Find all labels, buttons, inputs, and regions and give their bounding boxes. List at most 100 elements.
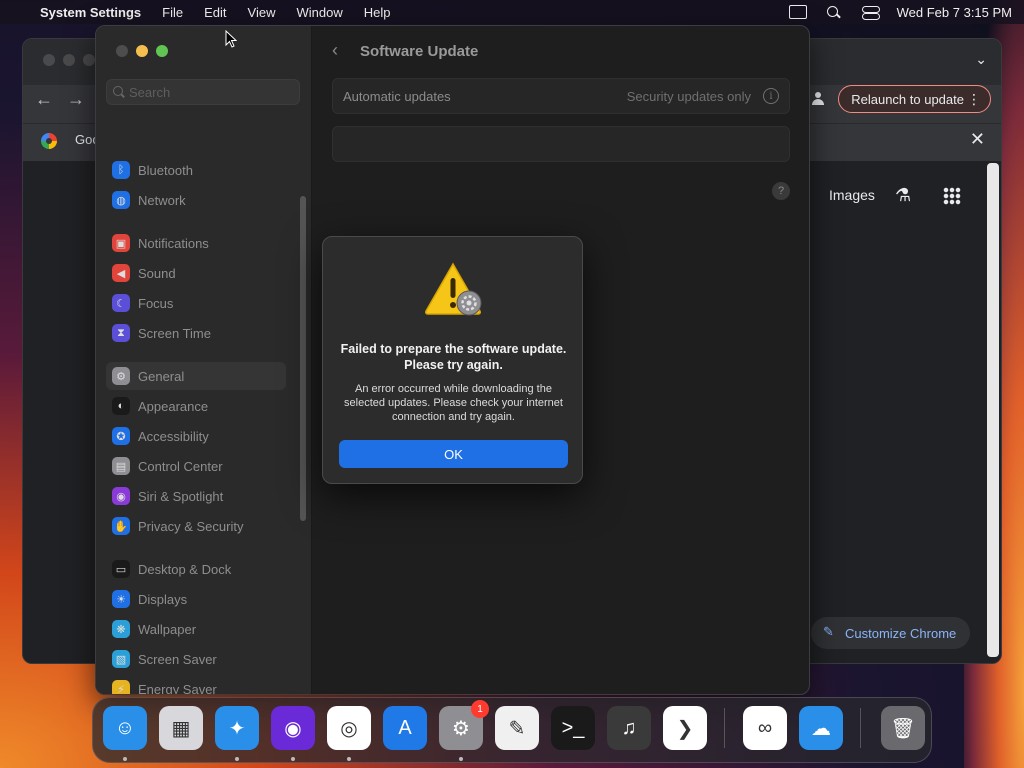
sidebar-item-label: Appearance: [138, 398, 209, 414]
dock-weather-icon[interactable]: ☁: [799, 706, 843, 750]
dock-trash-icon[interactable]: 🗑: [881, 706, 925, 750]
chrome-minimize-button[interactable]: [63, 54, 75, 66]
dock-separator: [724, 708, 725, 748]
close-icon[interactable]: ✕: [970, 129, 985, 150]
dock-system-settings-icon[interactable]: ⚙ 1: [439, 700, 489, 750]
accessibility-icon: ✪: [112, 427, 130, 445]
back-chevron-icon[interactable]: ‹: [332, 40, 338, 61]
sidebar-item-screen-time[interactable]: ⧗ Screen Time: [106, 319, 286, 347]
control-center-icon: ▤: [112, 457, 130, 475]
page-title: Software Update: [360, 43, 479, 60]
network-icon: ◍: [112, 191, 130, 209]
dock-chrome-icon[interactable]: ◎: [327, 706, 371, 750]
sidebar-item-focus[interactable]: ☾ Focus: [106, 289, 286, 317]
menu-help[interactable]: Help: [364, 5, 391, 20]
sidebar-item-sound[interactable]: ◀ Sound: [106, 259, 286, 287]
chrome-close-button[interactable]: [43, 54, 55, 66]
screen-mirroring-icon[interactable]: [788, 5, 807, 19]
sidebar-item-label: General: [138, 368, 185, 384]
dock-garageband-icon[interactable]: ♫: [607, 706, 651, 750]
menu-window[interactable]: Window: [296, 5, 342, 20]
google-apps-icon[interactable]: [943, 187, 961, 205]
labs-flask-icon[interactable]: ⚗: [895, 185, 911, 206]
window-zoom-button[interactable]: [156, 45, 168, 57]
sidebar-item-label: Privacy & Security: [138, 518, 244, 534]
automatic-updates-label: Automatic updates: [343, 88, 451, 104]
control-center-icon[interactable]: [861, 5, 880, 20]
search-placeholder: Search: [129, 84, 171, 100]
automatic-updates-row[interactable]: Automatic updates Security updates only …: [332, 78, 790, 114]
menu-view[interactable]: View: [248, 5, 276, 20]
sidebar-item-label: Screen Time: [138, 325, 211, 341]
dock-app-store-icon[interactable]: A: [383, 706, 427, 750]
dialog-title: Failed to prepare the software update. P…: [340, 342, 567, 372]
dock-firefox-icon[interactable]: ◉: [271, 706, 315, 750]
app-menu[interactable]: System Settings: [40, 5, 141, 20]
running-indicator: [123, 757, 127, 761]
dock-launchpad-icon[interactable]: ▦: [159, 706, 203, 750]
sidebar-item-appearance[interactable]: ◐ Appearance: [106, 392, 286, 420]
sidebar-item-displays[interactable]: ☀ Displays: [106, 585, 286, 613]
window-close-button[interactable]: [116, 45, 128, 57]
mouse-cursor-icon: [225, 30, 237, 48]
chrome-zoom-button[interactable]: [83, 54, 95, 66]
menu-clock[interactable]: Wed Feb 7 3:15 PM: [897, 5, 1012, 20]
images-link[interactable]: Images: [829, 187, 875, 203]
siri-icon: ◉: [112, 487, 130, 505]
sidebar-item-label: Network: [138, 192, 186, 208]
sidebar-item-label: Accessibility: [138, 428, 209, 444]
displays-icon: ☀: [112, 590, 130, 608]
sidebar-item-bluetooth[interactable]: ᛒ Bluetooth: [106, 156, 286, 184]
sidebar-item-energy-saver[interactable]: ⚡ Energy Saver: [106, 675, 286, 694]
customize-chrome-button[interactable]: ✎ Customize Chrome: [811, 617, 971, 649]
spotlight-search-icon[interactable]: [825, 5, 843, 19]
sidebar-item-label: Notifications: [138, 235, 209, 251]
sidebar-item-label: Siri & Spotlight: [138, 488, 224, 504]
sidebar-item-siri-spotlight[interactable]: ◉ Siri & Spotlight: [106, 482, 286, 510]
update-status-row: [332, 126, 790, 162]
menu-file[interactable]: File: [162, 5, 183, 20]
dialog-message: An error occurred while downloading the …: [344, 383, 563, 423]
dock-visual-studio-icon[interactable]: ∞: [743, 706, 787, 750]
sidebar-item-accessibility[interactable]: ✪ Accessibility: [106, 422, 286, 450]
dock-vscode-icon[interactable]: ❯: [663, 706, 707, 750]
info-icon[interactable]: i: [763, 88, 779, 104]
sidebar-item-label: Desktop & Dock: [138, 561, 232, 577]
sidebar-item-privacy-security[interactable]: ✋ Privacy & Security: [106, 512, 286, 540]
running-indicator: [459, 757, 463, 761]
help-icon[interactable]: ?: [772, 182, 790, 200]
sidebar-scrollbar[interactable]: [300, 196, 306, 521]
window-minimize-button[interactable]: [136, 45, 148, 57]
sidebar-item-notifications[interactable]: ▣ Notifications: [106, 229, 286, 257]
profile-icon[interactable]: [811, 92, 825, 106]
sidebar-item-wallpaper[interactable]: ❋ Wallpaper: [106, 615, 286, 643]
menu-bar: System Settings File Edit View Window He…: [0, 0, 1024, 24]
relaunch-to-update-button[interactable]: Relaunch to update ⋮: [838, 85, 991, 113]
relaunch-label: Relaunch to update: [851, 91, 964, 107]
running-indicator: [235, 757, 239, 761]
google-logo-icon: [41, 133, 57, 149]
search-icon: [113, 86, 125, 98]
warning-icon: [425, 262, 482, 316]
back-arrow-icon[interactable]: ←: [35, 89, 53, 110]
sidebar-item-desktop-dock[interactable]: ▭ Desktop & Dock: [106, 555, 286, 583]
dock-terminal-icon[interactable]: >_: [551, 706, 595, 750]
sidebar-item-label: Displays: [138, 591, 188, 607]
forward-arrow-icon[interactable]: →: [67, 89, 85, 110]
dock-finder-icon[interactable]: ☺: [103, 706, 147, 750]
settings-search-input[interactable]: Search: [106, 79, 300, 105]
sidebar-item-general[interactable]: ⚙ General: [106, 362, 286, 390]
sidebar-item-screen-saver[interactable]: ▧ Screen Saver: [106, 645, 286, 673]
running-indicator: [291, 757, 295, 761]
ok-button[interactable]: OK: [339, 440, 568, 468]
menu-edit[interactable]: Edit: [204, 5, 226, 20]
more-vert-icon: ⋮: [967, 91, 981, 107]
tab-search-chevron-icon[interactable]: ⌄: [975, 51, 987, 68]
dock-textedit-icon[interactable]: ✎: [495, 706, 539, 750]
appearance-icon: ◐: [112, 397, 130, 415]
dock-safari-icon[interactable]: ✦: [215, 706, 259, 750]
sidebar-item-control-center[interactable]: ▤ Control Center: [106, 452, 286, 480]
chrome-scrollbar[interactable]: [987, 163, 999, 657]
sidebar-item-network[interactable]: ◍ Network: [106, 186, 286, 214]
sidebar-item-label: Control Center: [138, 458, 223, 474]
